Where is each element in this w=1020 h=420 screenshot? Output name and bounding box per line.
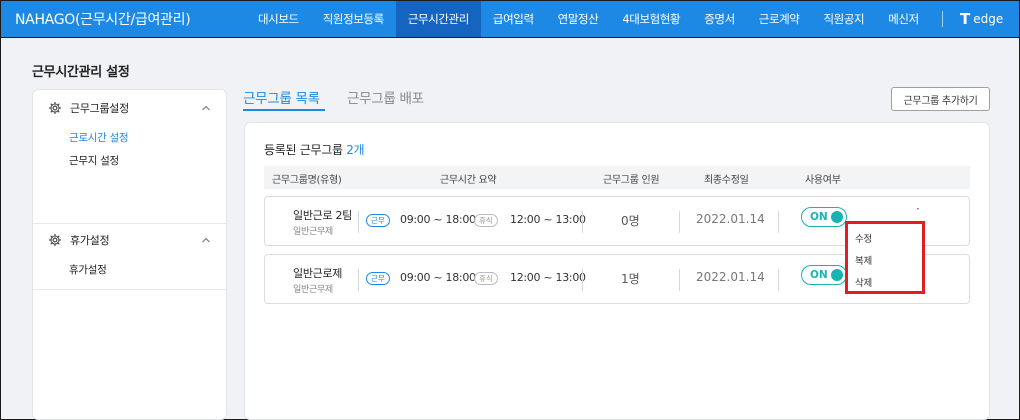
gear-icon [48,101,62,115]
menu-item-delete[interactable]: 삭제 [855,275,872,289]
tab-work-group-deploy[interactable]: 근무그룹 배포 [347,87,424,107]
work-time: 09:00 ~ 18:00 [400,271,476,284]
toggle-label: ON [810,269,828,281]
page-title: 근무시간관리 설정 [32,65,130,80]
top-navigation-bar: NAHAGO(근무시간/급여관리) 대시보드 직원정보등록 근무시간관리 급여입… [0,0,1020,38]
tedge-logo[interactable]: T edge [960,10,1003,28]
settings-sidebar: 근무그룹설정 근로시간 설정 근무지 설정 휴가설정 휴가설정 [32,89,227,420]
nav-insurance[interactable]: 4대보험현황 [610,1,692,37]
group-name: 일반근로제 [293,267,343,280]
active-tab-indicator [243,109,325,111]
chevron-up-icon[interactable] [200,234,212,246]
main-nav: 대시보드 직원정보등록 근무시간관리 급여입력 연말정산 4대보험현황 증명서 … [246,1,931,37]
sidebar-item-workplace-setting[interactable]: 근무지 설정 [69,153,119,168]
sidebar-group-work-group[interactable]: 근무그룹설정 [33,92,226,124]
rest-tag: 휴식 [474,272,498,285]
nav-employee-info[interactable]: 직원정보등록 [311,1,396,37]
logo-text: edge [973,12,1004,26]
gear-icon [48,233,62,247]
sidebar-item-leave-setting[interactable]: 휴가설정 [69,262,107,277]
toggle-knob [831,211,843,223]
member-count: 0명 [621,214,640,228]
menu-item-edit[interactable]: 수정 [855,231,872,245]
registered-label: 등록된 근무그룹 [264,143,343,157]
sidebar-group-leave[interactable]: 휴가설정 [33,224,226,256]
more-options-icon[interactable]: · [916,203,920,215]
column-header: 근무그룹명(유형) [272,175,342,186]
nav-labor-contract[interactable]: 근로계약 [747,1,812,37]
last-updated: 2022.01.14 [696,212,765,226]
tab-work-group-list[interactable]: 근무그룹 목록 [243,87,320,107]
table-header: 근무그룹명(유형) 근무시간 요약 근무그룹 인원 최종수정일 사용여부 [264,166,970,189]
nav-dashboard[interactable]: 대시보드 [246,1,311,37]
column-header: 최종수정일 [704,175,749,186]
registered-count: 2개 [346,143,365,157]
cell-divider [679,211,680,233]
cell-divider [679,269,680,291]
last-updated: 2022.01.14 [696,270,765,284]
add-work-group-button[interactable]: 근무그룹 추가하기 [891,87,990,111]
cell-divider [778,211,779,233]
nav-divider [942,11,943,27]
sidebar-group-label: 휴가설정 [70,234,110,247]
registered-count-heading: 등록된 근무그룹 2개 [264,141,365,158]
sidebar-group-label: 근무그룹설정 [70,102,129,115]
cell-divider [582,269,583,291]
cell-divider [358,211,359,233]
member-count: 1명 [621,272,640,286]
usage-toggle[interactable]: ON [801,265,847,285]
cell-divider [778,269,779,291]
group-type: 일반근무제 [293,227,333,237]
cell-divider [582,211,583,233]
menu-item-duplicate[interactable]: 복제 [855,253,872,267]
nav-notice[interactable]: 직원공지 [812,1,877,37]
sidebar-divider [33,289,226,290]
nav-certificate[interactable]: 증명서 [692,1,747,37]
work-time: 09:00 ~ 18:00 [400,213,476,226]
nav-year-end[interactable]: 연말정산 [546,1,611,37]
rest-tag: 휴식 [474,214,498,227]
work-tag: 근무 [366,214,390,227]
toggle-knob [831,269,843,281]
column-header: 근무그룹 인원 [603,175,660,186]
nav-work-time[interactable]: 근무시간관리 [395,1,481,37]
app-brand[interactable]: NAHAGO(근무시간/급여관리) [15,9,191,29]
rest-time: 12:00 ~ 13:00 [510,213,586,226]
nav-messenger[interactable]: 메신저 [876,1,931,37]
group-type: 일반근무제 [293,285,333,295]
chevron-up-icon[interactable] [200,102,212,114]
cell-divider [358,269,359,291]
row-context-menu: 수정 복제 삭제 [845,221,925,294]
sidebar-item-work-time-setting[interactable]: 근로시간 설정 [69,130,129,145]
rest-time: 12:00 ~ 13:00 [510,271,586,284]
column-header: 사용여부 [805,175,841,186]
column-header: 근무시간 요약 [440,175,497,186]
logo-mark: T [960,10,971,28]
usage-toggle[interactable]: ON [801,207,847,227]
work-tag: 근무 [366,272,390,285]
toggle-label: ON [810,211,828,223]
nav-payroll-input[interactable]: 급여입력 [481,1,546,37]
group-name: 일반근로 2팀 [293,209,352,222]
